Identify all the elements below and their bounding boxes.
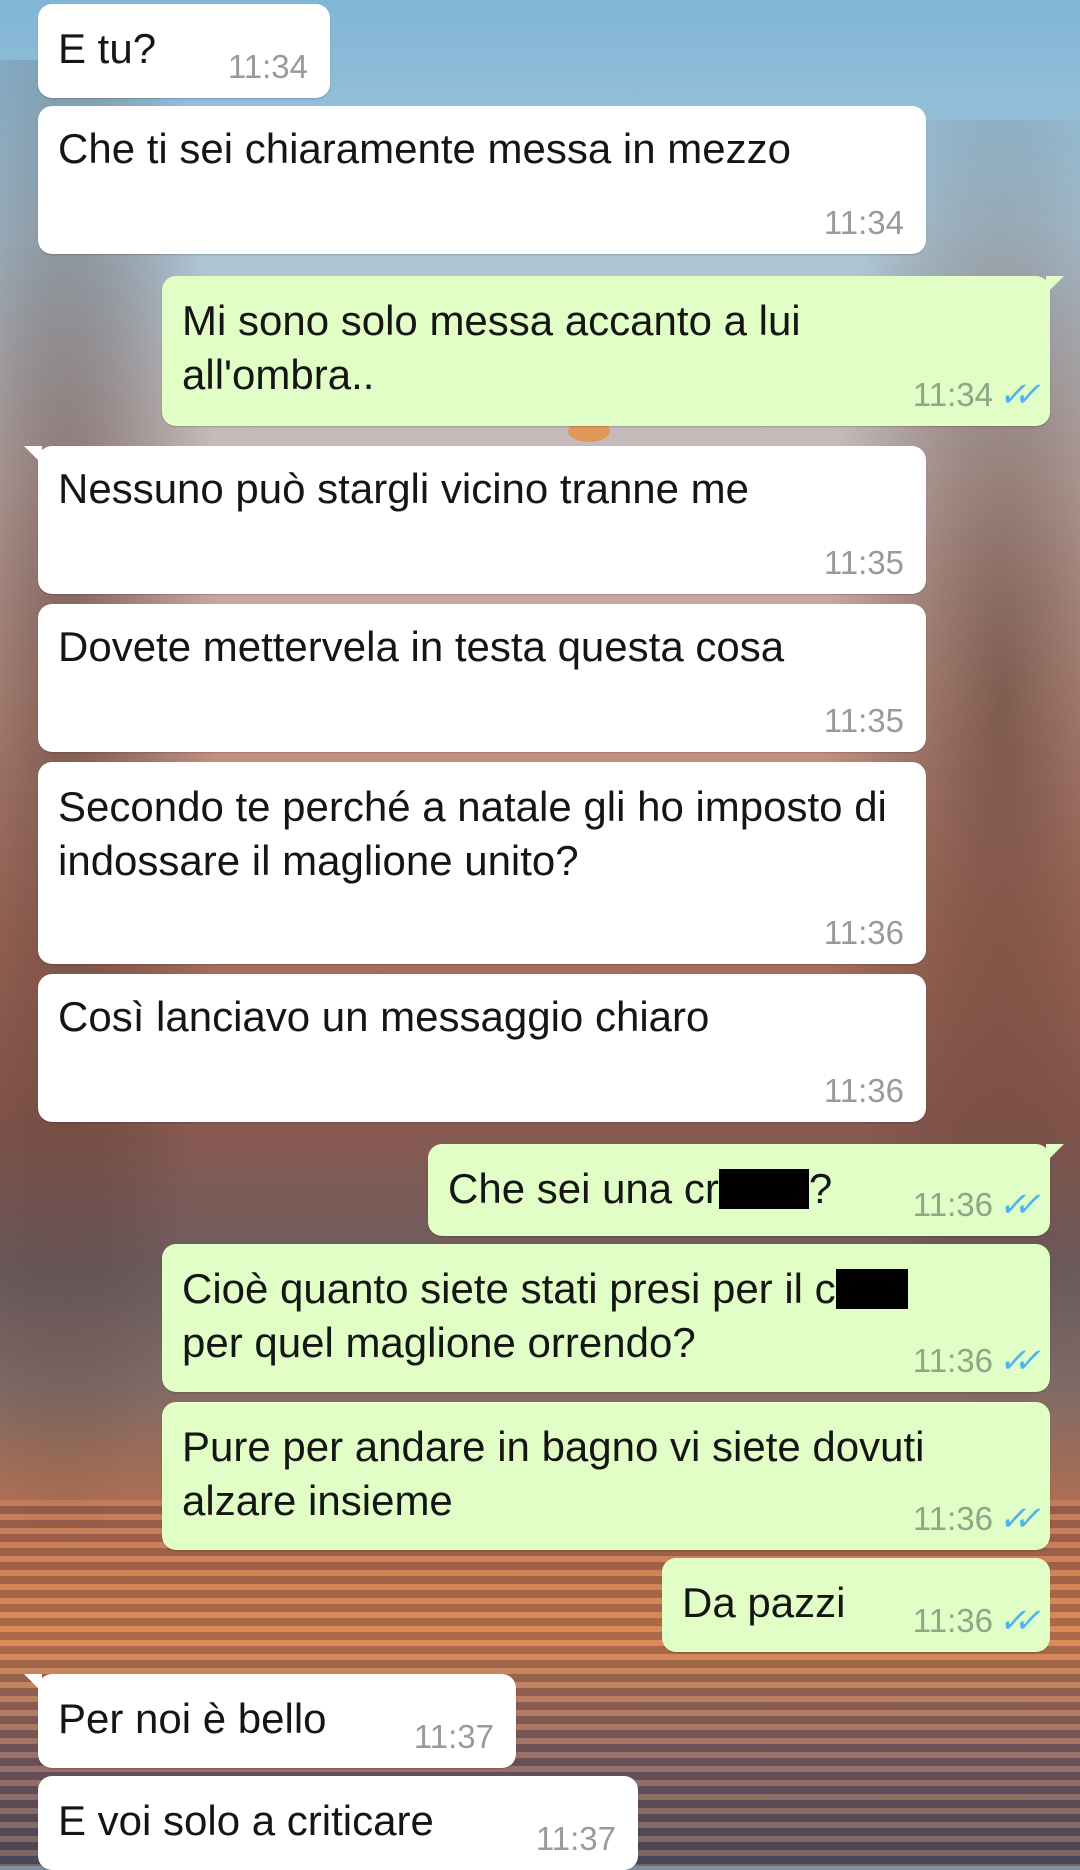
message-time: 11:36 ✓✓ [912,1602,1034,1640]
message-time: 11:34 [227,48,308,85]
message-bubble-incoming[interactable]: Dovete mettervela in testa questa cosa 1… [38,604,926,752]
bubble-tail [1046,1144,1064,1162]
double-check-icon: ✓✓ [996,1186,1035,1224]
double-check-icon: ✓✓ [996,1342,1035,1380]
message-text-part: Che sei una cr [448,1165,719,1212]
message-bubble-outgoing[interactable]: Mi sono solo messa accanto a lui all'omb… [162,276,1064,426]
message-time-value: 11:36 [912,1342,994,1379]
message-bubble-outgoing[interactable]: Cioè quanto siete stati presi per il c p… [162,1244,1050,1392]
redaction-bar [718,1169,809,1209]
message-time-value: 11:36 [912,1602,994,1639]
message-bubble-outgoing[interactable]: Da pazzi 11:36 ✓✓ [662,1558,1050,1652]
message-text: Secondo te perché a natale gli ho impost… [58,783,887,884]
message-text-part: Cioè quanto siete stati presi per il c [182,1265,836,1312]
message-time: 11:36 ✓✓ [912,1186,1034,1224]
message-text-part: per quel maglione orrendo? [182,1319,696,1366]
double-check-icon: ✓✓ [996,1500,1035,1538]
message-text: Dovete mettervela in testa questa cosa [58,623,785,670]
message-time-value: 11:36 [912,1186,994,1223]
message-time: 11:35 [823,702,904,739]
message-time: 11:35 [823,544,904,581]
message-time: 11:34 [823,204,904,241]
message-time: 11:36 ✓✓ [912,1500,1034,1538]
redaction-bar [835,1269,908,1309]
message-text: Pure per andare in bagno vi siete dovuti… [182,1423,925,1524]
message-text: Che ti sei chiaramente messa in mezzo [58,125,791,172]
message-bubble-incoming[interactable]: Nessuno può stargli vicino tranne me 11:… [24,446,926,594]
message-bubble-incoming[interactable]: Per noi è bello 11:37 [24,1674,516,1768]
message-time: 11:37 [535,1820,616,1857]
message-text: Così lanciavo un messaggio chiaro [58,993,710,1040]
message-time: 11:36 [823,914,904,951]
message-bubble-incoming[interactable]: Così lanciavo un messaggio chiaro 11:36 [38,974,926,1122]
double-check-icon: ✓✓ [996,1602,1035,1640]
message-time-value: 11:34 [912,376,994,413]
message-bubble-incoming[interactable]: Secondo te perché a natale gli ho impost… [38,762,926,964]
message-time: 11:36 [823,1072,904,1109]
message-bubble-outgoing[interactable]: Pure per andare in bagno vi siete dovuti… [162,1402,1050,1550]
bubble-tail [24,446,42,464]
bubble-tail [1046,276,1064,294]
message-bubble-incoming[interactable]: E voi solo a criticare 11:37 [38,1776,638,1870]
message-text-part: ? [808,1165,833,1212]
double-check-icon: ✓✓ [996,376,1035,414]
message-bubble-outgoing[interactable]: Che sei una cr? 11:36 ✓✓ [428,1144,1064,1236]
message-time: 11:36 ✓✓ [912,1342,1034,1380]
message-text: Cioè quanto siete stati presi per il c p… [182,1262,1030,1370]
message-time: 11:37 [413,1718,494,1755]
message-text: Nessuno può stargli vicino tranne me [58,465,750,512]
message-bubble-incoming[interactable]: E tu? 11:34 [38,4,330,98]
message-time-value: 11:36 [912,1500,994,1537]
bubble-tail [24,1674,42,1692]
message-text: Mi sono solo messa accanto a lui all'omb… [182,297,801,398]
message-time: 11:34 ✓✓ [912,376,1034,414]
message-text: E voi solo a criticare [58,1797,434,1844]
message-bubble-incoming[interactable]: Che ti sei chiaramente messa in mezzo 11… [38,106,926,254]
